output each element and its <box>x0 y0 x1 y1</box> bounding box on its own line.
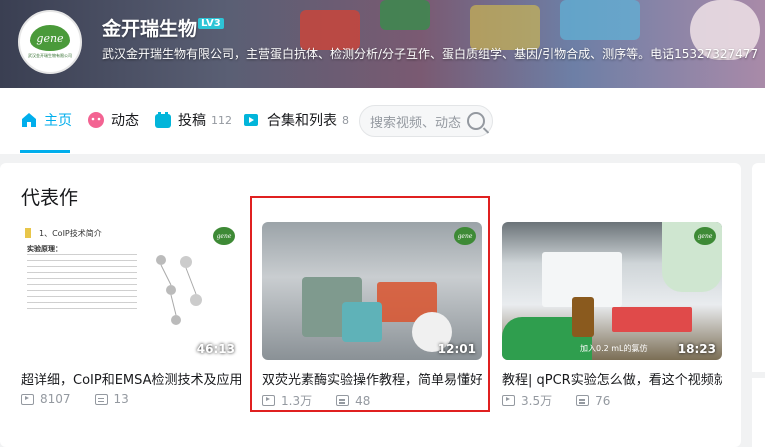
danmaku-count: 13 <box>113 392 129 406</box>
collection-icon <box>243 111 261 129</box>
gene-logo: gene <box>694 227 716 245</box>
slide-heading: 1、CoIP技术简介 <box>39 229 102 238</box>
search-icon[interactable] <box>467 112 485 130</box>
video-card[interactable]: 1、CoIP技术简介 实验原理： gene 46:13 超详细，CoIP和EMS… <box>21 222 241 406</box>
play-count: 3.5万 <box>521 394 553 408</box>
tab-label: 主页 <box>44 113 72 129</box>
tab-label: 合集和列表 <box>267 113 337 129</box>
avatar-logo: gene <box>30 25 70 51</box>
home-icon <box>20 111 38 129</box>
profile-name[interactable]: 金开瑞生物 <box>102 14 197 41</box>
video-title[interactable]: 超详细，CoIP和EMSA检测技术及应用研 <box>21 369 241 388</box>
gene-logo: gene <box>213 227 235 245</box>
banner-character-decoration <box>560 0 640 40</box>
tab-collections[interactable]: 合集和列表 8 <box>243 110 349 130</box>
video-card[interactable]: gene 加入0.2 mL的氯仿 18:23 教程| qPCR实验怎么做，看这个… <box>502 222 722 408</box>
banner-gift-decoration <box>470 5 540 50</box>
video-title[interactable]: 教程| qPCR实验怎么做，看这个视频就可 <box>502 369 722 388</box>
reagent-bottle <box>572 297 594 337</box>
search-input[interactable]: 搜索视频、动态 <box>359 105 493 137</box>
video-thumbnail[interactable]: gene 加入0.2 mL的氯仿 18:23 <box>502 222 722 360</box>
slide-subheading: 实验原理： <box>27 245 62 253</box>
slide-marker <box>25 228 31 238</box>
play-count-icon <box>21 393 34 405</box>
video-duration: 18:23 <box>677 342 716 356</box>
tab-label: 动态 <box>111 113 139 129</box>
upload-icon <box>154 111 172 129</box>
search-placeholder: 搜索视频、动态 <box>370 115 462 131</box>
tab-count: 8 <box>342 113 349 127</box>
highlight-box <box>250 196 490 412</box>
danmaku-icon <box>94 393 108 405</box>
dynamic-icon <box>87 111 105 129</box>
active-tab-underline <box>20 150 70 153</box>
section-title: 代表作 <box>21 187 79 209</box>
tab-upload[interactable]: 投稿 112 <box>154 110 232 130</box>
video-duration: 46:13 <box>196 342 235 356</box>
danmaku-count: 76 <box>595 393 611 408</box>
banner-gift-decoration <box>300 10 360 50</box>
tube-rack <box>612 307 692 332</box>
banner-gift-decoration <box>380 0 430 30</box>
play-count-icon <box>502 395 515 406</box>
profile-signature: 武汉金开瑞生物有限公司，主营蛋白抗体、检测分析/分子互作、蛋白质组学、基因/引物… <box>102 47 759 61</box>
tab-home[interactable]: 主页 <box>20 110 72 130</box>
side-card-lower <box>752 372 765 447</box>
tab-label: 投稿 <box>178 113 206 129</box>
slide-diagram <box>151 250 221 330</box>
video-caption: 加入0.2 mL的氯仿 <box>580 344 648 353</box>
danmaku-icon <box>576 395 590 406</box>
play-count: 8107 <box>40 392 71 406</box>
tab-count: 112 <box>211 113 232 127</box>
video-thumbnail[interactable]: 1、CoIP技术简介 实验原理： gene 46:13 <box>21 222 241 360</box>
avatar[interactable]: gene 武汉金开瑞生物有限公司 <box>18 10 82 74</box>
video-stats: 3.5万 76 <box>502 392 610 409</box>
slide-text-lines <box>27 254 137 309</box>
avatar-subtext: 武汉金开瑞生物有限公司 <box>28 53 72 58</box>
level-badge: LV3 <box>198 18 224 29</box>
video-stats: 8107 13 <box>21 392 129 406</box>
tab-dynamic[interactable]: 动态 <box>87 110 139 130</box>
nav-bar: 主页 动态 投稿 112 合集和列表 8 搜索视频、动态 <box>0 88 765 154</box>
